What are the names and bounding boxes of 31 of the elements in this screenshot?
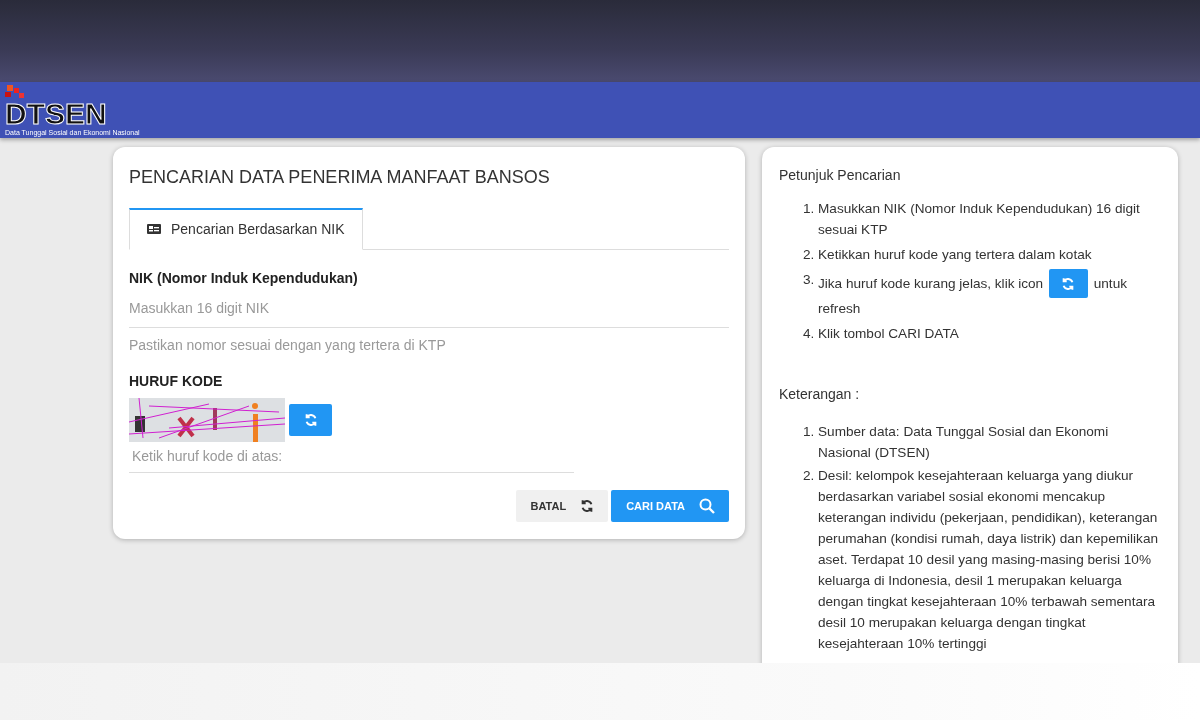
help-title: Petunjuk Pencarian — [779, 166, 902, 185]
list-number: 4. — [803, 325, 816, 343]
step-text: untuk — [1093, 275, 1127, 293]
step-text: Klik tombol CARI DATA — [818, 325, 960, 343]
list-number: 1. — [803, 423, 816, 441]
id-card-icon — [147, 224, 161, 234]
field-label: NIK (Nomor Induk Kependudukan) — [129, 270, 359, 286]
field-hint: Pastikan nomor sesuai dengan yang tertera di KTP — [129, 337, 447, 353]
field-label: HURUF KODE — [129, 373, 224, 389]
code-input[interactable]: Ketik huruf kode di atas: — [129, 442, 574, 473]
step-text: Ketikkan huruf kode yang tertera dalam kotak — [818, 246, 1093, 264]
notes-title: Keterangan : — [779, 385, 861, 404]
step-text: Jika huruf kode kurang jelas, klik icon — [818, 275, 1044, 293]
search-icon — [699, 498, 715, 514]
refresh-button[interactable] — [289, 404, 332, 436]
logo-text: DTSEN — [5, 98, 107, 129]
list-number: 2. — [803, 467, 816, 485]
list-number: 1. — [803, 200, 816, 218]
step-text: refresh — [818, 301, 861, 316]
refresh-icon — [1061, 276, 1076, 291]
reload-icon — [580, 499, 595, 513]
list-number: 2. — [803, 246, 816, 264]
search-tab[interactable]: Pencarian Berdasarkan NIK — [129, 208, 363, 250]
card-title: PENCARIAN DATA PENERIMA MANFAAT BANSOS — [129, 167, 551, 188]
step-text: Masukkan NIK (Nomor Induk Kependudukan) 16 digit sesuai KTP — [818, 200, 1141, 239]
note-text: Sumber data: Data Tunggal Sosial dan Ekonomi Nasional (DTSEN) — [818, 423, 1110, 462]
list-number: 3. — [803, 271, 816, 289]
cancel-button[interactable]: BATAL — [516, 490, 609, 522]
note-text: Desil: kelompok kesejahteraan keluarga yang diukur berdasarkan variabel sosial ekonomi mencakup keterangan individu (pekerjaan, pendidikan), keterangan perumahan (kondisi rumah, daya listrik) dan kepemilikan aset. Terdapat 10 desil yang masing-masing berisi 10% keluarga di Indonesia, desil 1 merupakan keluarga dengan tingkat kesejahteraan 10% terbawah sementara desil 10 merupakan keluarga dengan tingkat kesejahteraan 10% tertinggi — [818, 467, 1159, 653]
nik-input[interactable]: Masukkan 16 digit NIK — [129, 286, 729, 328]
refresh-icon — [303, 413, 318, 427]
